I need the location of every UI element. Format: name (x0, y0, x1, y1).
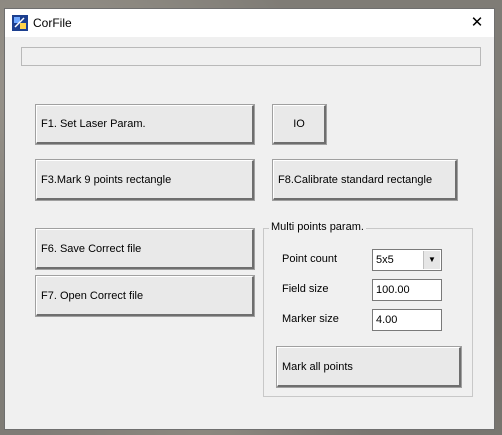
corfile-window: CorFile ✕ F1. Set Laser Param. IO F3.Mar… (4, 8, 495, 430)
save-correct-file-button[interactable]: F6. Save Correct file (35, 228, 255, 270)
marker-size-input[interactable]: 4.00 (372, 309, 442, 331)
field-size-label: Field size (282, 283, 329, 295)
point-count-select[interactable]: 5x5 ▼ (372, 249, 442, 271)
app-icon (12, 15, 28, 31)
calibrate-rectangle-button[interactable]: F8.Calibrate standard rectangle (272, 159, 458, 201)
set-laser-param-button[interactable]: F1. Set Laser Param. (35, 104, 255, 145)
multi-points-group: Multi points param. Point count 5x5 ▼ Fi… (263, 221, 473, 397)
group-title: Multi points param. (269, 221, 366, 233)
point-count-value: 5x5 (376, 254, 394, 266)
io-button[interactable]: IO (272, 104, 327, 145)
mark-9-points-button[interactable]: F3.Mark 9 points rectangle (35, 159, 255, 201)
window-title: CorFile (33, 16, 72, 30)
chevron-down-icon[interactable]: ▼ (423, 251, 440, 269)
marker-size-label: Marker size (282, 313, 339, 325)
point-count-label: Point count (282, 253, 338, 265)
title-bar[interactable]: CorFile ✕ (5, 9, 494, 37)
field-size-input[interactable]: 100.00 (372, 279, 442, 301)
open-correct-file-button[interactable]: F7. Open Correct file (35, 275, 255, 317)
close-icon[interactable]: ✕ (460, 9, 494, 37)
mark-all-points-button[interactable]: Mark all points (276, 346, 462, 388)
status-box (21, 47, 481, 66)
